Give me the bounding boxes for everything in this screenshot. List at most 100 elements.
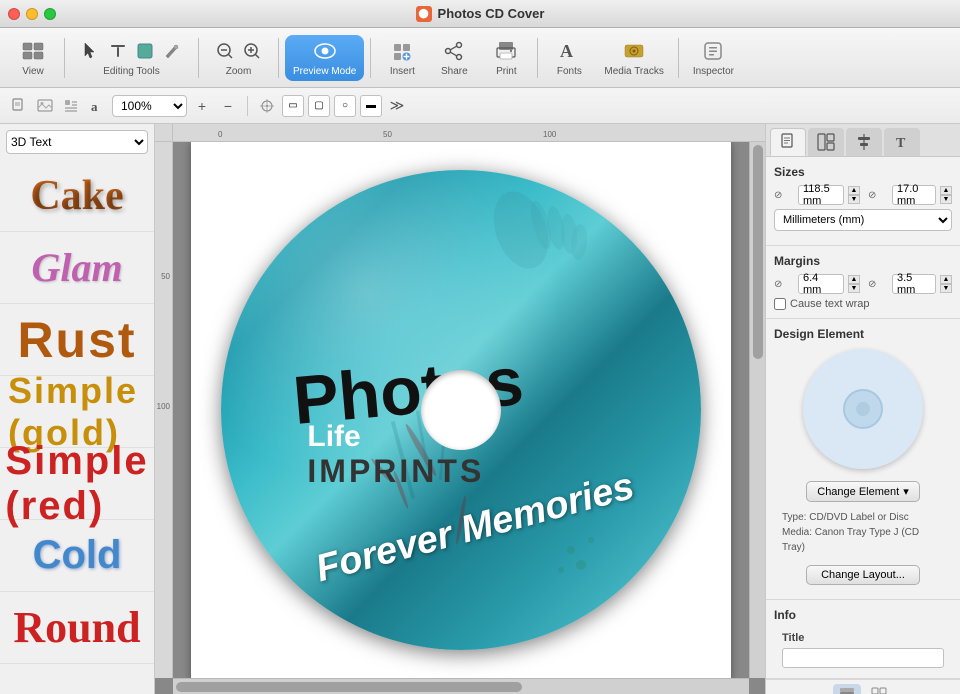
dropdown-arrow-icon: ▾	[903, 485, 909, 498]
window-controls[interactable]	[8, 8, 56, 20]
text-style-icon[interactable]: a	[86, 95, 108, 117]
change-layout-button[interactable]: Change Layout...	[806, 565, 920, 585]
cause-text-wrap-checkbox[interactable]	[774, 298, 786, 310]
view-button[interactable]: View	[8, 35, 58, 81]
close-button[interactable]	[8, 8, 20, 20]
layer-tabs	[766, 679, 960, 694]
long-rect-btn[interactable]: ▬	[360, 95, 382, 117]
scrollbar-horizontal[interactable]	[173, 678, 749, 694]
cd-text-imprints[interactable]: IMPRINTS	[307, 453, 484, 490]
center-icon[interactable]	[256, 95, 278, 117]
style-round-label: Round	[13, 602, 140, 653]
secondary-toolbar: a 100% 75% 150% 200% Fit Page + − ▭ ▢ ○ …	[0, 88, 960, 124]
sep3	[278, 38, 279, 78]
de-inner	[843, 389, 883, 429]
text-icon	[106, 39, 130, 63]
scroll-thumb-horizontal[interactable]	[176, 682, 522, 692]
width-stepper[interactable]: ▲ ▼	[848, 186, 860, 204]
cd-disc[interactable]: Photos Life IMPRINTS Forever Memories	[221, 170, 701, 650]
circle-btn[interactable]: ○	[334, 95, 356, 117]
height-input[interactable]: 17.0 mm	[892, 185, 936, 205]
pen-icon	[160, 39, 184, 63]
preview-mode-button[interactable]: Preview Mode	[285, 35, 364, 81]
style-simple-red-label: Simple (red)	[5, 439, 148, 529]
editing-tools-button[interactable]: Editing Tools	[71, 35, 192, 81]
zoom-add-icon[interactable]: +	[191, 95, 213, 117]
cause-text-wrap-row: Cause text wrap	[774, 298, 952, 310]
inspector-panel: T Sizes ⊘ 118.5 mm ▲ ▼ ⊘ 17.0 mm ▲	[765, 124, 960, 694]
margin-left-label: ⊘	[774, 279, 794, 290]
inspector-icon	[701, 39, 725, 63]
style-round-item[interactable]: Round	[0, 592, 154, 664]
scroll-thumb-vertical[interactable]	[753, 145, 763, 359]
margin-left-down[interactable]: ▼	[848, 284, 860, 293]
layer-tab-grid[interactable]	[865, 684, 893, 694]
tab-align[interactable]	[846, 128, 882, 156]
margin-right-input[interactable]: 3.5 mm	[892, 274, 936, 294]
margin-right-stepper[interactable]: ▲ ▼	[940, 275, 952, 293]
wrap-icon[interactable]	[60, 95, 82, 117]
style-type-select[interactable]: 3D Text Simple Text Neon	[6, 130, 148, 154]
left-panel: 3D Text Simple Text Neon Cake Glam Rust …	[0, 124, 155, 694]
image-icon[interactable]	[34, 95, 56, 117]
info-section: Info Title	[766, 600, 960, 679]
unit-select[interactable]: Millimeters (mm) Inches (in) Points (pt)	[774, 209, 952, 231]
sep6	[678, 38, 679, 78]
minimize-button[interactable]	[26, 8, 38, 20]
scrollbar-vertical[interactable]	[749, 142, 765, 678]
height-up[interactable]: ▲	[940, 186, 952, 195]
main-toolbar: View Editing Tools	[0, 28, 960, 88]
margin-left-input[interactable]: 6.4 mm	[798, 274, 844, 294]
print-icon	[494, 39, 518, 63]
rounded-rect-btn[interactable]: ▢	[308, 95, 330, 117]
ruler-horizontal: 0 50 100	[173, 124, 765, 142]
width-input[interactable]: 118.5 mm	[798, 185, 844, 205]
insert-icon	[390, 39, 414, 63]
zoom-sub-icon[interactable]: −	[217, 95, 239, 117]
fonts-button[interactable]: A Fonts	[544, 35, 594, 81]
canvas-page: Photos Life IMPRINTS Forever Memories	[191, 142, 731, 678]
margin-left-stepper[interactable]: ▲ ▼	[848, 275, 860, 293]
tab-document[interactable]	[770, 128, 806, 156]
width-down[interactable]: ▼	[848, 195, 860, 204]
new-icon[interactable]	[8, 95, 30, 117]
media-tracks-button[interactable]: Media Tracks	[596, 35, 671, 81]
maximize-button[interactable]	[44, 8, 56, 20]
width-up[interactable]: ▲	[848, 186, 860, 195]
height-stepper[interactable]: ▲ ▼	[940, 186, 952, 204]
sep4	[370, 38, 371, 78]
style-selector[interactable]: 3D Text Simple Text Neon	[6, 130, 148, 154]
sep1	[64, 38, 65, 78]
layer-tab-layers[interactable]	[833, 684, 861, 694]
style-cold-item[interactable]: Cold	[0, 520, 154, 592]
style-simple-red-item[interactable]: Simple (red)	[0, 448, 154, 520]
inspector-button[interactable]: Inspector	[685, 35, 742, 81]
style-simple-gold-item[interactable]: Simple (gold)	[0, 376, 154, 448]
tab-text[interactable]: T	[884, 128, 920, 156]
type-info: Type: CD/DVD Label or Disc Media: Canon …	[774, 506, 952, 559]
zoom-button[interactable]: Zoom	[205, 35, 272, 81]
insert-button[interactable]: Insert	[377, 35, 427, 81]
style-rust-item[interactable]: Rust	[0, 304, 154, 376]
svg-text:T: T	[896, 136, 906, 151]
style-cake-item[interactable]: Cake	[0, 160, 154, 232]
info-title-input[interactable]	[782, 648, 944, 668]
cd-text-life[interactable]: Life	[307, 420, 360, 454]
sep2	[198, 38, 199, 78]
margin-left-up[interactable]: ▲	[848, 275, 860, 284]
info-title: Info	[774, 608, 952, 622]
print-button[interactable]: Print	[481, 35, 531, 81]
design-element-section: Design Element Change Element ▾ Type: CD…	[766, 319, 960, 600]
margin-right-down[interactable]: ▼	[940, 284, 952, 293]
media-tracks-icon	[622, 39, 646, 63]
more-shapes-icon[interactable]: ≫	[386, 95, 408, 117]
tab-layout[interactable]	[808, 128, 844, 156]
zoom-select[interactable]: 100% 75% 150% 200% Fit Page	[112, 95, 187, 117]
rect-btn[interactable]: ▭	[282, 95, 304, 117]
height-down[interactable]: ▼	[940, 195, 952, 204]
style-glam-item[interactable]: Glam	[0, 232, 154, 304]
margin-right-up[interactable]: ▲	[940, 275, 952, 284]
share-button[interactable]: Share	[429, 35, 479, 81]
change-element-button[interactable]: Change Element ▾	[806, 481, 919, 502]
canvas-scroll[interactable]: Photos Life IMPRINTS Forever Memories	[173, 142, 749, 678]
